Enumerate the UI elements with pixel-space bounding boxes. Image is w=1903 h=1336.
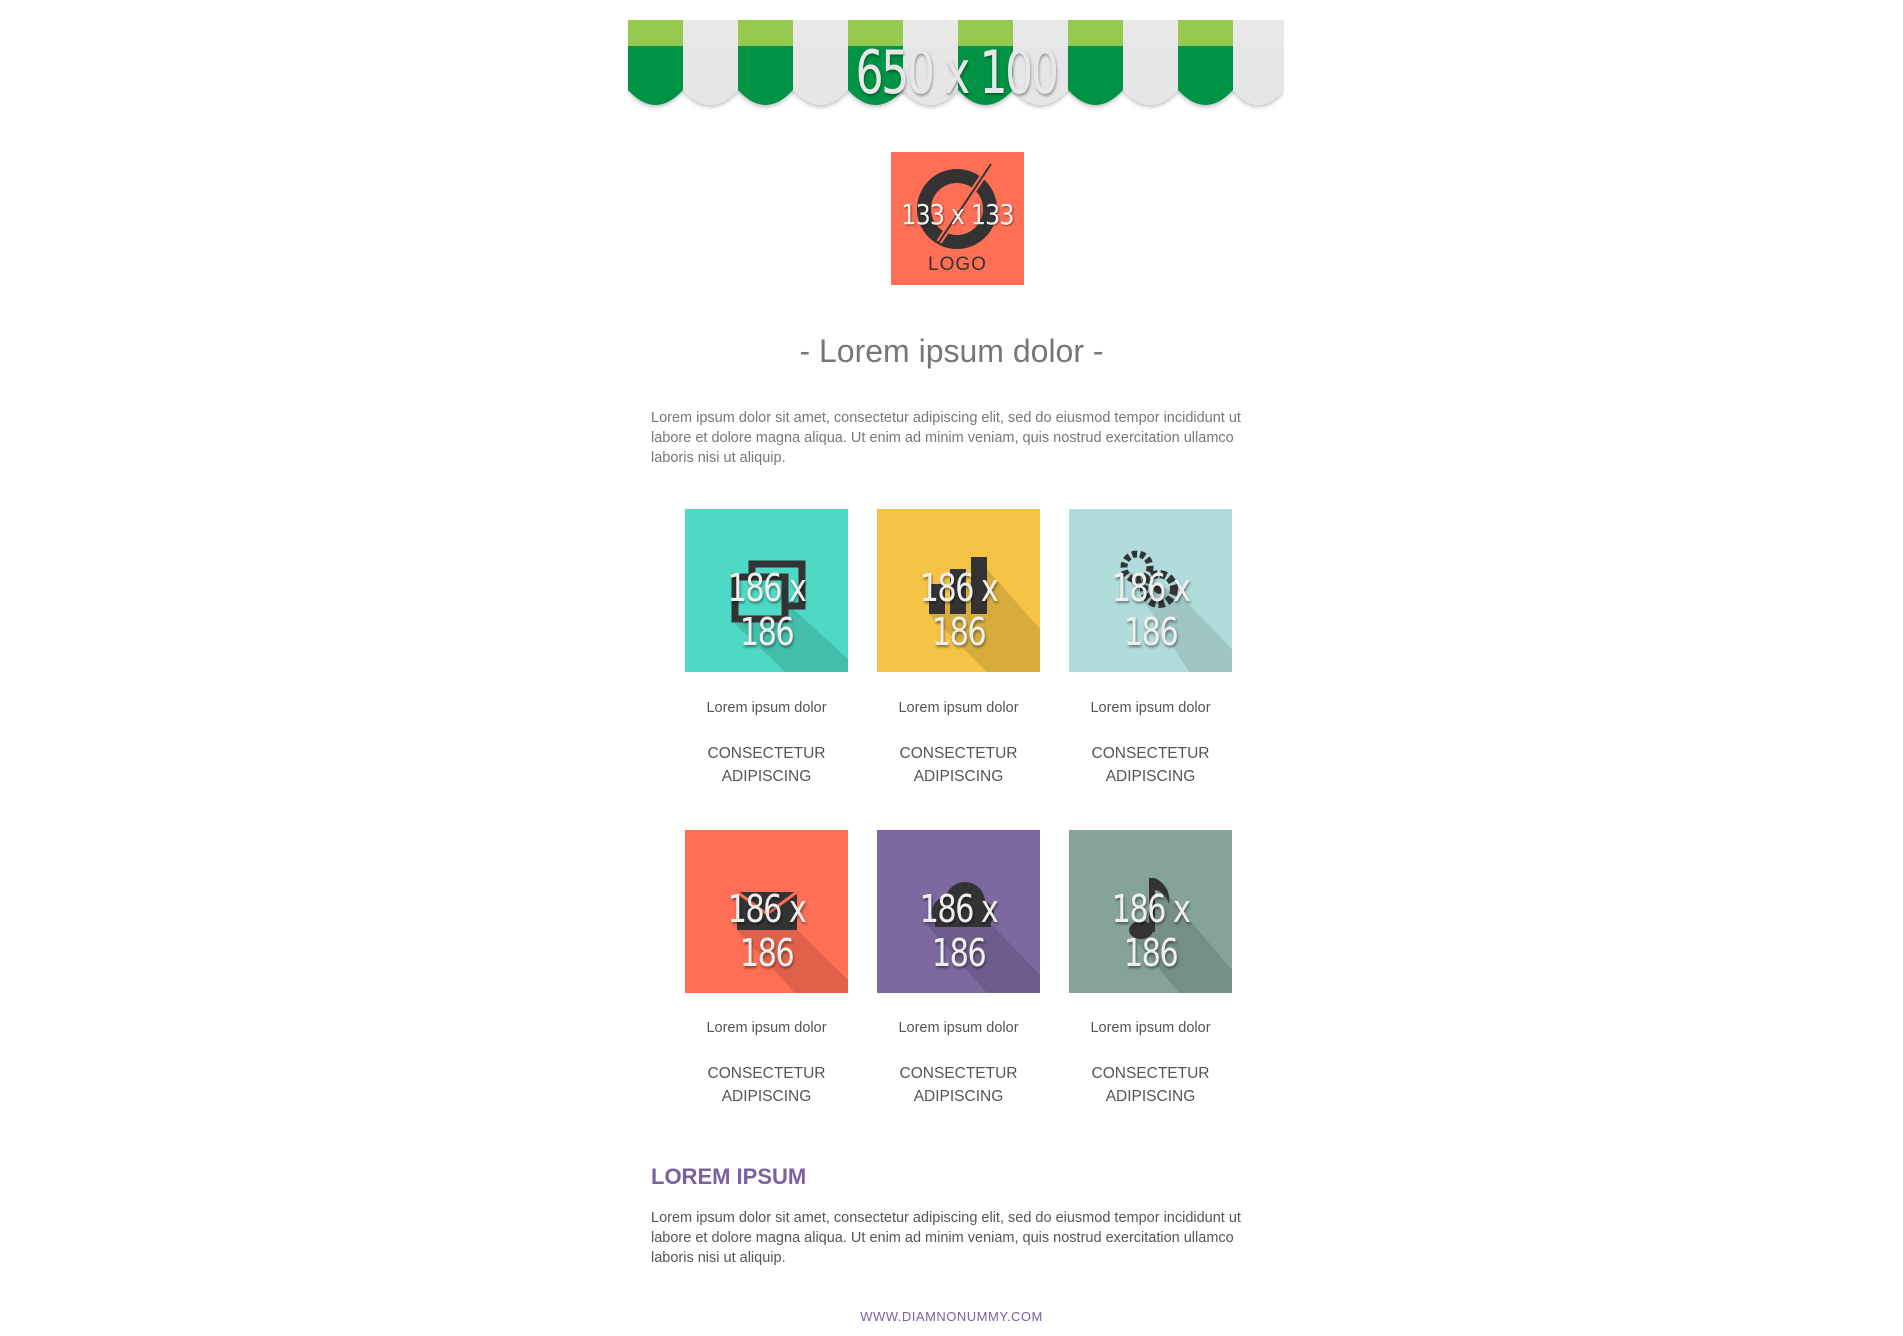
- tile-image-gears[interactable]: 186 x 186: [1069, 509, 1232, 672]
- logo-word: LOGO: [928, 254, 987, 275]
- tile-cta-line1: CONSECTETUR: [1091, 745, 1210, 762]
- tile-cta-line2: ADIPISCING: [1105, 1088, 1196, 1105]
- tile-label: Lorem ipsum dolor: [898, 1020, 1019, 1036]
- tile-label: Lorem ipsum dolor: [1090, 700, 1211, 716]
- tile-cta-line2: ADIPISCING: [913, 768, 1004, 785]
- logo-dimensions-text: 133 x 133: [901, 198, 1014, 231]
- tile-image-mail[interactable]: 186 x 186: [685, 830, 848, 993]
- logo[interactable]: 133 x 133 LOGO: [891, 152, 1024, 285]
- tile-dimensions-text: 186 x 186: [919, 887, 999, 975]
- intro-paragraph: Lorem ipsum dolor sit amet, consectetur …: [651, 410, 1241, 466]
- tile-cta-link[interactable]: CONSECTETUR ADIPISCING: [877, 742, 1040, 788]
- tile-cta-line2: ADIPISCING: [1105, 768, 1196, 785]
- tile-image-music[interactable]: 186 x 186: [1069, 830, 1232, 993]
- tile-dimensions-text: 186 x 186: [1111, 887, 1191, 975]
- tile-cta-line2: ADIPISCING: [721, 1088, 812, 1105]
- footer-website-link[interactable]: WWW.DIAMNONUMMY.COM: [0, 1309, 1903, 1324]
- tile-cta-line1: CONSECTETUR: [707, 1065, 826, 1082]
- tile-cta-link[interactable]: CONSECTETUR ADIPISCING: [1069, 742, 1232, 788]
- tile-label: Lorem ipsum dolor: [706, 1020, 827, 1036]
- tile-dimensions-text: 186 x 186: [727, 887, 807, 975]
- tile-dimensions-text: 186 x 186: [1111, 566, 1191, 654]
- tile-image-chart[interactable]: 186 x 186: [877, 509, 1040, 672]
- tile-cta-line2: ADIPISCING: [721, 768, 812, 785]
- tile-cta-line1: CONSECTETUR: [899, 1065, 1018, 1082]
- tile-cta-line1: CONSECTETUR: [1091, 1065, 1210, 1082]
- tile-cta-line1: CONSECTETUR: [707, 745, 826, 762]
- tile-label: Lorem ipsum dolor: [706, 700, 827, 716]
- tile-cta-line1: CONSECTETUR: [899, 745, 1018, 762]
- tile-label: Lorem ipsum dolor: [898, 700, 1019, 716]
- section-heading: LOREM IPSUM: [651, 1164, 807, 1189]
- tile-image-photos[interactable]: 186 x 186: [685, 509, 848, 672]
- tile-cta-link[interactable]: CONSECTETUR ADIPISCING: [877, 1062, 1040, 1108]
- tile-cta-line2: ADIPISCING: [913, 1088, 1004, 1105]
- page-title: - Lorem ipsum dolor -: [799, 333, 1104, 369]
- tile-cta-link[interactable]: CONSECTETUR ADIPISCING: [685, 742, 848, 788]
- section-body: Lorem ipsum dolor sit amet, consectetur …: [651, 1210, 1241, 1266]
- tile-cta-link[interactable]: CONSECTETUR ADIPISCING: [685, 1062, 848, 1108]
- email-template: 650 x 100 133 x 133 LOGO - Lorem ipsum d…: [0, 0, 1903, 1336]
- tile-dimensions-text: 186 x 186: [919, 566, 999, 654]
- tile-image-cloud[interactable]: 186 x 186: [877, 830, 1040, 993]
- header-banner-image: 650 x 100: [628, 20, 1284, 120]
- banner-dimensions-text: 650 x 100: [855, 38, 1059, 108]
- tile-cta-link[interactable]: CONSECTETUR ADIPISCING: [1069, 1062, 1232, 1108]
- tile-dimensions-text: 186 x 186: [727, 566, 807, 654]
- tile-label: Lorem ipsum dolor: [1090, 1020, 1211, 1036]
